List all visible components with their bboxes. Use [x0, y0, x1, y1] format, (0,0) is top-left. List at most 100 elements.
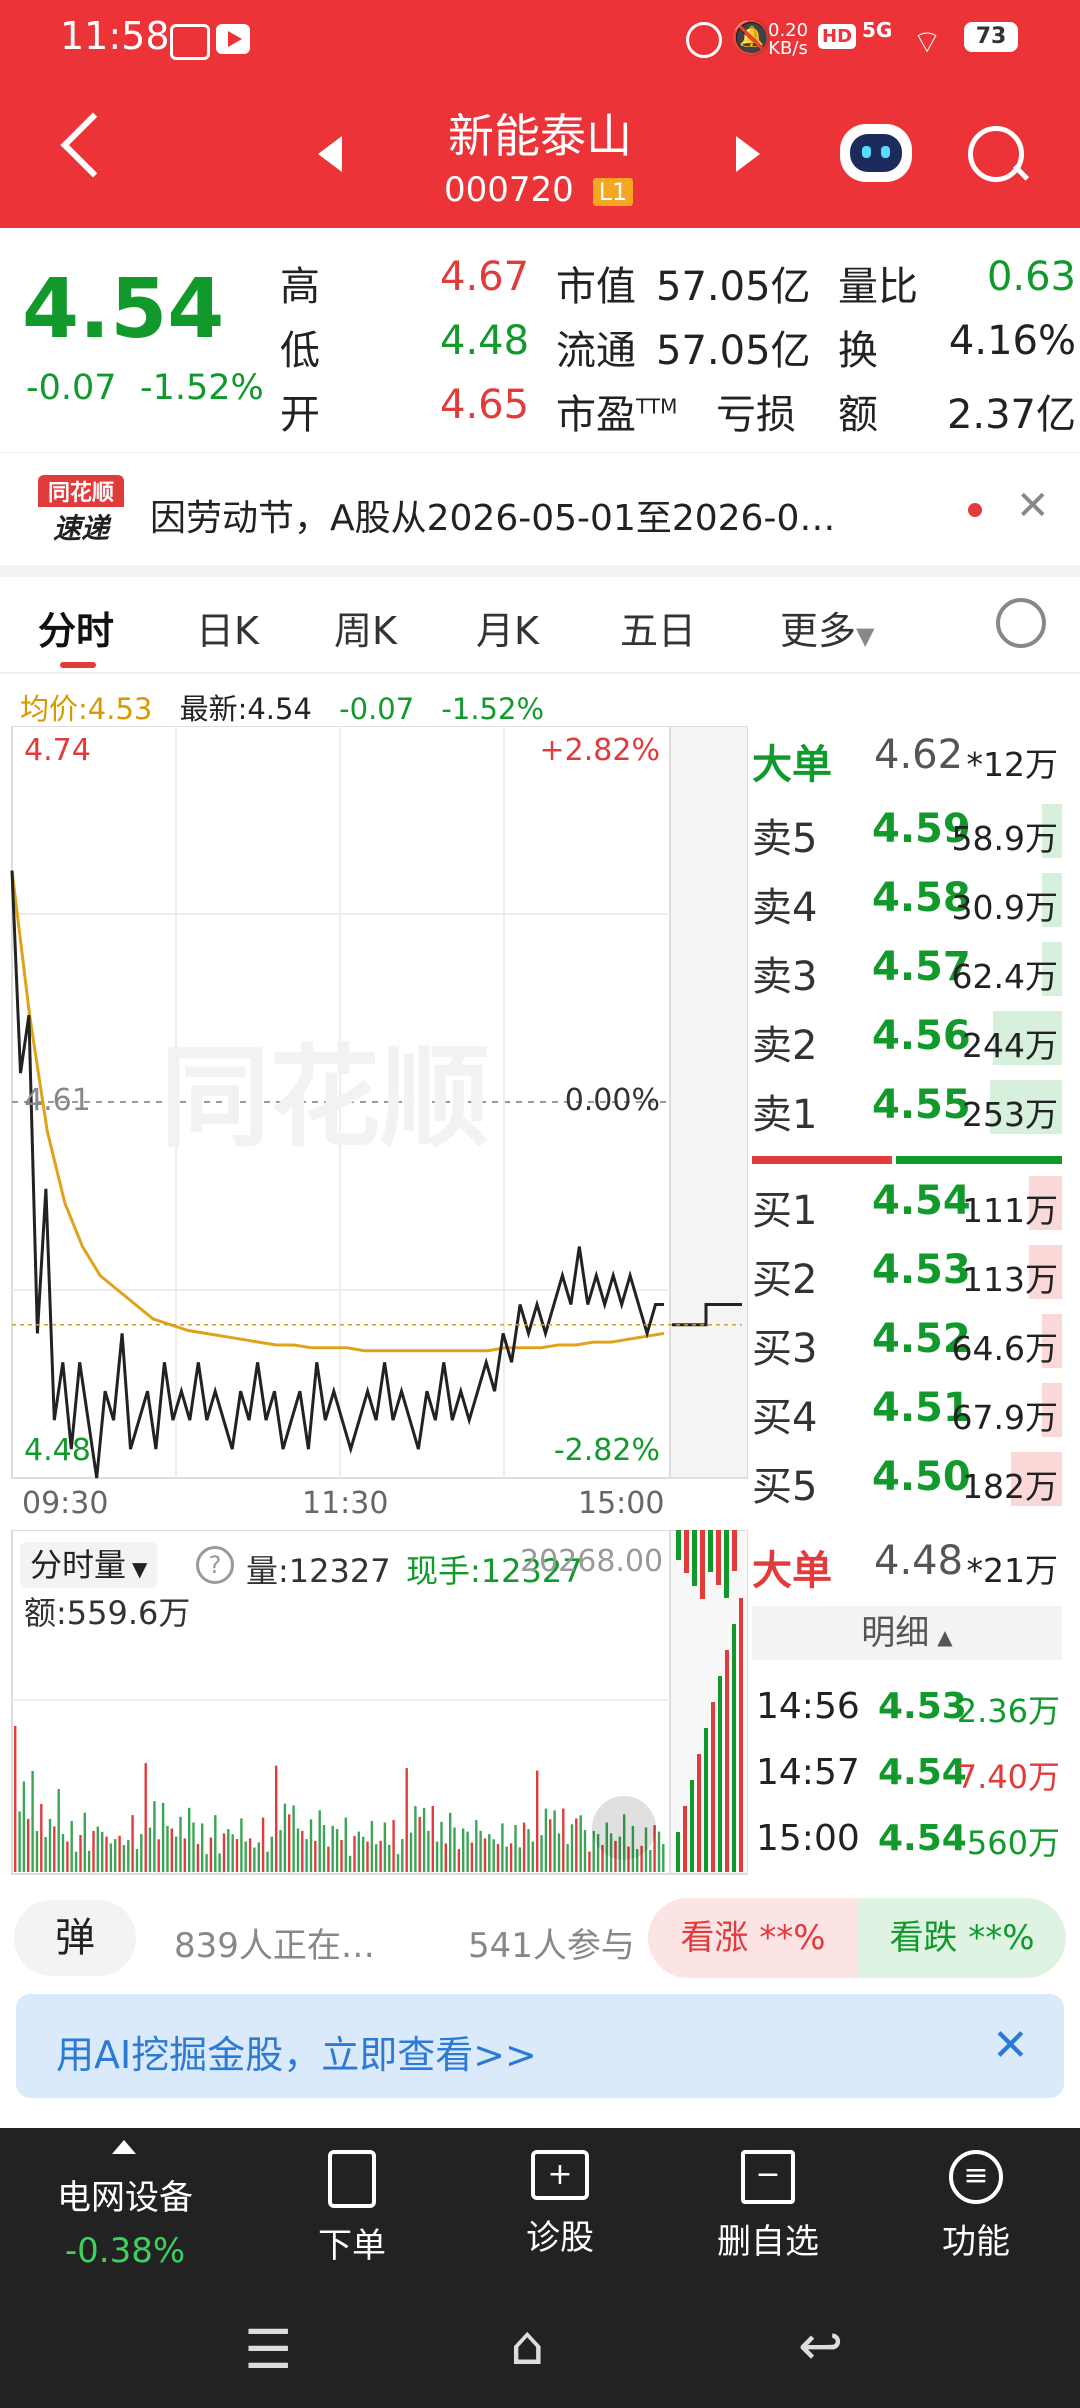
tick-volume: 7.40万: [956, 1758, 1060, 1796]
ask-label: 卖4: [752, 885, 818, 931]
bid-row: 买1 4.54 111万: [752, 1176, 1062, 1234]
volume-bar: [462, 1828, 465, 1872]
y-pct-bottom: -2.82%: [554, 1433, 660, 1468]
system-back-icon[interactable]: ↩: [798, 2314, 843, 2377]
auction-volume-bar: [708, 1530, 713, 1572]
volume-bar: [492, 1839, 495, 1873]
turnover-label: 换: [838, 328, 878, 374]
tick-price: 4.54: [878, 1818, 967, 1859]
diagnose-button[interactable]: + 诊股: [480, 2150, 640, 2259]
ai-banner-text: 用AI挖掘金股，立即查看>>: [56, 2033, 537, 2077]
tab-active-indicator: [60, 662, 96, 668]
bid-label: 买1: [752, 1188, 818, 1234]
volume-bar: [392, 1820, 395, 1872]
close-news-icon[interactable]: ✕: [1016, 483, 1050, 529]
ask-label: 卖5: [752, 816, 818, 862]
amount-readout: 额:559.6万: [24, 1594, 191, 1632]
volume-bar: [557, 1833, 561, 1873]
volume-bar: [518, 1847, 521, 1872]
volume-bar: [296, 1828, 300, 1873]
tab-more[interactable]: 更多▼: [780, 600, 874, 655]
robot-assistant-icon[interactable]: [840, 124, 912, 182]
volume-bar: [662, 1844, 665, 1872]
volume-bar: [114, 1839, 117, 1872]
ask-volume: 58.9万: [951, 819, 1058, 858]
bid-volume: 113万: [962, 1260, 1058, 1299]
fullscreen-icon[interactable]: [592, 1796, 656, 1860]
auction-volume-bar: [704, 1728, 708, 1872]
volume-bar: [470, 1842, 474, 1872]
order-button[interactable]: 下单: [272, 2150, 432, 2267]
tab-five-day[interactable]: 五日: [620, 600, 696, 655]
news-bar[interactable]: 同花顺 速递 因劳动节，A股从2026-05-01至2026-0… ✕: [0, 452, 1080, 577]
intraday-price-chart[interactable]: 同花顺 4.74 4.61 4.48 +2.82% 0.00% -2.82%: [0, 726, 748, 1494]
expand-up-icon[interactable]: [112, 2140, 136, 2154]
volume-bar: [540, 1835, 543, 1872]
tick-price: 4.54: [878, 1752, 967, 1793]
participants-count: 541人参与: [468, 1926, 635, 1966]
next-stock-icon[interactable]: [736, 136, 760, 172]
auction-volume-bar: [739, 1598, 743, 1872]
volume-bar: [79, 1835, 82, 1872]
bearish-vote-button[interactable]: 看跌 **%: [858, 1898, 1066, 1978]
tab-daily-k[interactable]: 日K: [196, 600, 259, 655]
volume-bar: [475, 1820, 478, 1872]
video-icon: [216, 24, 250, 54]
ask-volume: 30.9万: [951, 888, 1058, 927]
function-button[interactable]: ≡ 功能: [896, 2150, 1056, 2263]
volume-bar: [153, 1801, 156, 1872]
detail-toggle[interactable]: 明细 ▲: [752, 1606, 1062, 1660]
remove-watchlist-button[interactable]: − 删自选: [688, 2150, 848, 2263]
volume-max: 20268.00: [520, 1544, 664, 1579]
ask-row: 卖1 4.55 253万: [752, 1080, 1062, 1138]
news-text: 因劳动节，A股从2026-05-01至2026-0…: [150, 498, 836, 539]
bid-price: 4.53: [872, 1247, 971, 1293]
danmu-toggle[interactable]: 弹: [14, 1900, 136, 1976]
bid-row: 买2 4.53 113万: [752, 1245, 1062, 1303]
system-menu-icon[interactable]: ☰: [244, 2318, 292, 2381]
bid-volume: 182万: [962, 1467, 1058, 1506]
bid-volume: 111万: [962, 1191, 1058, 1230]
volume-bar: [109, 1843, 113, 1872]
tab-monthly-k[interactable]: 月K: [476, 600, 539, 655]
volume-bar: [309, 1819, 313, 1873]
volume-bar: [92, 1830, 95, 1873]
bid-label: 买3: [752, 1326, 818, 1372]
volume-bar: [579, 1815, 582, 1873]
ai-banner[interactable]: 用AI挖掘金股，立即查看>> ✕: [16, 1994, 1064, 2098]
volume-bar: [279, 1830, 282, 1872]
stock-name: 新能泰山: [448, 109, 632, 163]
ask-row: 卖3 4.57 62.4万: [752, 942, 1062, 1000]
big-buy-row: 大单 4.48 *21万: [752, 1538, 1058, 1594]
volume-bar: [301, 1831, 304, 1872]
x-tick-close: 15:00: [578, 1486, 665, 1521]
system-home-icon[interactable]: ⌂: [510, 2314, 544, 2377]
pe-label: 市盈TTM: [556, 392, 678, 438]
y-pct-mid: 0.00%: [565, 1083, 660, 1118]
help-icon[interactable]: ?: [196, 1546, 234, 1584]
volume-bar: [270, 1836, 273, 1872]
sector-widget[interactable]: 电网设备 -0.38%: [30, 2170, 220, 2271]
volume-bar: [231, 1834, 234, 1873]
close-banner-icon[interactable]: ✕: [992, 2020, 1029, 2071]
volume-bar: [257, 1842, 260, 1872]
settings-icon[interactable]: [996, 598, 1046, 648]
volume-bar: [483, 1838, 487, 1873]
mcap-label: 市值: [556, 264, 636, 310]
search-icon[interactable]: [968, 126, 1024, 182]
stock-code-row: 000720 L1: [444, 170, 634, 210]
tab-intraday[interactable]: 分时: [38, 600, 114, 655]
volume-bar: [96, 1826, 99, 1872]
volume-bar: [570, 1824, 574, 1873]
volume-bar: [422, 1807, 426, 1873]
tab-weekly-k[interactable]: 周K: [334, 600, 397, 655]
open-label: 开: [280, 392, 320, 438]
volume-bar: [44, 1837, 47, 1872]
ask-volume: 244万: [962, 1026, 1058, 1065]
volume-indicator-selector[interactable]: 分时量 ▼: [20, 1542, 158, 1588]
bullish-vote-button[interactable]: 看涨 **%: [648, 1898, 858, 1978]
volume-bar: [496, 1844, 500, 1872]
x-tick-noon: 11:30: [302, 1486, 389, 1521]
tick-time: 14:56: [756, 1686, 860, 1727]
auction-volume-bar: [718, 1676, 722, 1872]
